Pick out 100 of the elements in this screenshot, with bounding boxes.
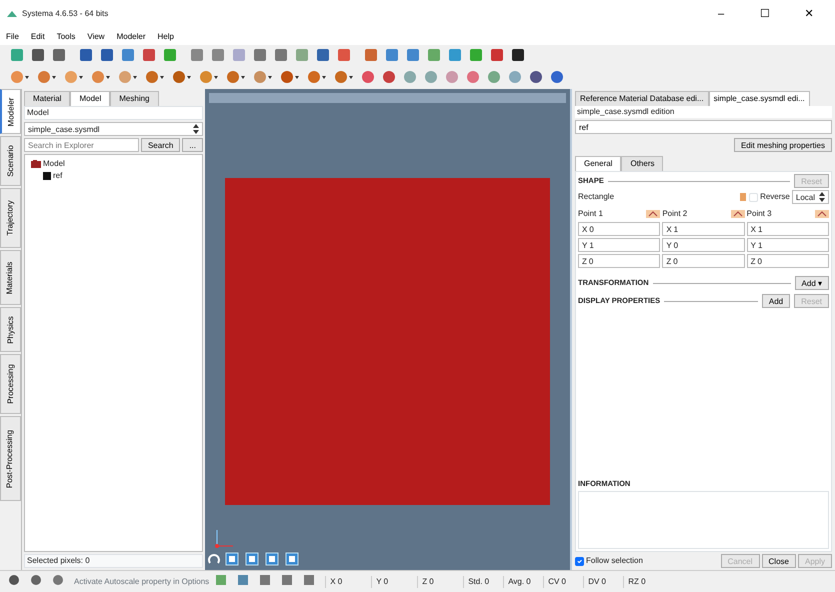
coordinate-field[interactable]: X 0 — [578, 222, 660, 236]
shape-dropdown-icon — [199, 70, 219, 84]
menu-item[interactable]: File — [6, 30, 19, 42]
menu-item[interactable]: View — [87, 30, 105, 42]
coordinate-field[interactable]: Z 0 — [662, 254, 745, 268]
circle-icon — [529, 70, 543, 84]
search-button[interactable]: Search — [140, 138, 180, 152]
point-label: Point 3 — [746, 208, 772, 220]
square-icon — [190, 48, 204, 62]
coordinate-readout: Z 0 — [417, 576, 458, 588]
square-icon — [31, 48, 45, 62]
object-icon — [43, 172, 51, 180]
square-icon — [253, 48, 267, 62]
sub-tab[interactable]: General — [575, 156, 622, 171]
tree-item[interactable]: Model — [43, 158, 65, 170]
panel-tab[interactable]: Meshing — [110, 91, 158, 106]
more-button[interactable]: ... — [182, 138, 203, 152]
circle-icon — [550, 70, 564, 84]
shape-dropdown-icon — [37, 70, 57, 84]
menu-item[interactable]: Tools — [56, 30, 76, 42]
toolbar-button[interactable] — [511, 48, 527, 64]
square-icon — [274, 48, 288, 62]
view-button[interactable] — [225, 552, 241, 568]
shape-dropdown-icon — [172, 70, 192, 84]
tool-icon — [259, 574, 272, 586]
square-icon — [316, 48, 330, 62]
tool-icon — [215, 574, 228, 586]
stat-readout: Avg. 0 — [503, 576, 538, 588]
shape-dropdown-icon — [226, 70, 246, 84]
stat-readout: Std. 0 — [463, 576, 498, 588]
toolbar-button[interactable] — [31, 48, 47, 64]
panel-tab[interactable]: Material — [24, 91, 70, 106]
square-icon — [427, 48, 441, 62]
file-dropdown[interactable]: simple_case.sysmdl — [24, 122, 203, 136]
sub-tab[interactable]: Others — [621, 156, 664, 171]
circle-icon — [424, 70, 438, 84]
app-icon — [6, 9, 18, 19]
window-control-button[interactable]: ☐ — [745, 6, 785, 22]
circle-icon — [445, 70, 459, 84]
view-button[interactable] — [285, 552, 301, 568]
side-tab[interactable]: Scenario — [0, 136, 21, 186]
circle-icon — [508, 70, 522, 84]
tool-icon — [281, 574, 294, 586]
frame-dropdown[interactable]: Local — [792, 190, 829, 204]
square-icon — [337, 48, 351, 62]
circle-icon — [466, 70, 480, 84]
window-control-button[interactable]: ✕ — [789, 6, 829, 22]
circle-icon — [382, 70, 396, 84]
coordinate-field[interactable]: Y 0 — [662, 238, 745, 252]
coordinate-field[interactable]: Y 1 — [578, 238, 660, 252]
shape-dropdown-icon — [64, 70, 84, 84]
square-icon — [52, 48, 66, 62]
square-icon — [490, 48, 504, 62]
add-button[interactable]: Add — [762, 294, 790, 308]
spin-arrows-icon — [819, 192, 825, 202]
axes-icon — [213, 528, 235, 550]
square-icon — [100, 48, 114, 62]
panel-tab[interactable]: Model — [70, 91, 110, 106]
coordinate-readout: X 0 — [325, 576, 366, 588]
side-tab[interactable]: Trajectory — [0, 188, 21, 248]
coordinate-field[interactable]: Z 0 — [578, 254, 660, 268]
view-button[interactable] — [245, 552, 261, 568]
editor-title: simple_case.sysmdl edition — [577, 107, 674, 116]
tree-item[interactable]: ref — [53, 170, 62, 182]
square-icon — [121, 48, 135, 62]
editor-tab[interactable]: simple_case.sysmdl edi... — [708, 91, 810, 106]
side-tab[interactable]: Materials — [0, 250, 21, 305]
search-field[interactable]: Search in Explorer — [24, 138, 139, 152]
coordinate-field[interactable]: Z 0 — [746, 254, 829, 268]
unit-icon — [815, 210, 829, 218]
toolbar-button[interactable] — [529, 70, 545, 86]
side-tab[interactable]: Physics — [0, 307, 21, 352]
dialog-button[interactable]: Close — [762, 554, 796, 568]
tool-icon — [237, 574, 250, 586]
name-field[interactable]: ref — [575, 120, 832, 134]
square-icon — [79, 48, 93, 62]
square-icon — [385, 48, 399, 62]
reverse-checkbox[interactable] — [749, 192, 758, 202]
edit-meshing-button[interactable]: Edit meshing properties — [734, 138, 832, 152]
follow-checkbox[interactable] — [575, 556, 584, 566]
rotate-icon — [207, 552, 221, 566]
menu-item[interactable]: Help — [157, 30, 174, 42]
menu-item[interactable]: Modeler — [116, 30, 146, 42]
add-dropdown-button[interactable]: Add ▾ — [794, 276, 829, 290]
side-tab[interactable]: Modeler — [0, 89, 21, 134]
window-control-button[interactable]: – — [701, 6, 741, 22]
coordinate-field[interactable]: Y 1 — [746, 238, 829, 252]
view-button[interactable] — [265, 552, 281, 568]
tool-icon — [30, 574, 42, 586]
view-side-icon — [245, 552, 259, 566]
editor-tab[interactable]: Reference Material Database edi... — [575, 91, 709, 106]
shape-dropdown-icon — [280, 70, 300, 84]
status-message: Activate Autoscale property in Options — [74, 576, 210, 588]
coordinate-field[interactable]: X 1 — [746, 222, 829, 236]
coordinate-field[interactable]: X 1 — [662, 222, 745, 236]
side-tab[interactable]: Post-Processing — [0, 416, 21, 501]
side-tab[interactable]: Processing — [0, 354, 21, 414]
square-icon — [364, 48, 378, 62]
unit-icon — [730, 210, 745, 218]
menu-item[interactable]: Edit — [30, 30, 45, 42]
